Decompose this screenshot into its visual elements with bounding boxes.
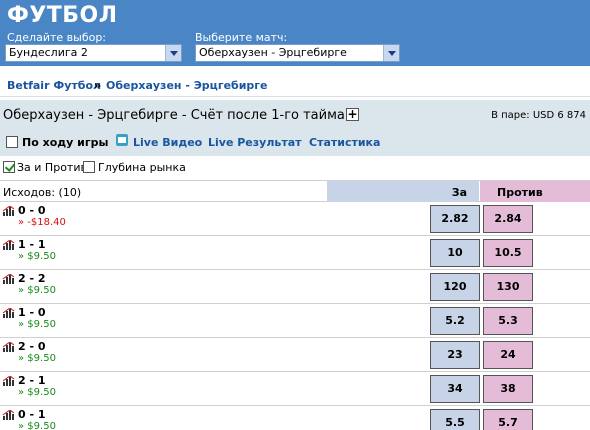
lay-odds-button[interactable]: 10.5 — [483, 239, 533, 267]
back-odds-button[interactable]: 34 — [430, 375, 480, 403]
selection-label: Сделайте выбор: — [7, 31, 107, 44]
runner-name: 2 - 2 — [18, 272, 46, 285]
lay-odds-button[interactable]: 5.3 — [483, 307, 533, 335]
back-odds-button[interactable]: 10 — [430, 239, 480, 267]
runner-name: 1 - 0 — [18, 306, 46, 319]
chevron-down-icon[interactable] — [165, 45, 181, 61]
runner-name: 0 - 1 — [18, 408, 46, 421]
back-lay-label: За и Против — [17, 161, 87, 174]
lay-odds-button[interactable]: 38 — [483, 375, 533, 403]
outcomes-number: (10) — [58, 186, 82, 199]
competition-select-value: Бундеслига 2 — [9, 46, 88, 59]
back-odds-button[interactable]: 23 — [430, 341, 480, 369]
runner-name: 0 - 0 — [18, 204, 46, 217]
grid-header: Исходов: (10) За Против — [0, 180, 590, 202]
breadcrumb: Betfair Футбол » Оберхаузен - Эрцгебирге — [0, 71, 590, 97]
inplay-label: По ходу игры — [22, 136, 109, 149]
chart-icon[interactable] — [2, 409, 15, 423]
back-odds-button[interactable]: 5.2 — [430, 307, 480, 335]
chart-icon[interactable] — [2, 341, 15, 355]
chart-icon[interactable] — [2, 239, 15, 253]
back-odds-button[interactable]: 2.82 — [430, 205, 480, 233]
matched-amount: В паре: USD 6 874 — [491, 110, 586, 121]
market-depth-checkbox[interactable] — [83, 161, 95, 173]
live-results-link[interactable]: Live Результат — [208, 136, 302, 149]
chart-icon[interactable] — [2, 205, 15, 219]
chart-icon[interactable] — [2, 375, 15, 389]
page-title: ФУТБОЛ — [7, 3, 118, 28]
header-bar: ФУТБОЛ Сделайте выбор: Выберите матч: Бу… — [0, 0, 590, 66]
runner-pl: » $9.50 — [18, 251, 56, 262]
runner-pl: » $9.50 — [18, 285, 56, 296]
match-select-value: Оберхаузен - Эрцгебирге — [199, 46, 347, 59]
outcomes-count: Исходов: (10) — [3, 186, 81, 199]
lay-odds-button[interactable]: 2.84 — [483, 205, 533, 233]
competition-select[interactable]: Бундеслига 2 — [5, 44, 182, 62]
back-odds-button[interactable]: 5.5 — [430, 409, 480, 430]
outcomes-label: Исходов: — [3, 186, 56, 199]
runner-row: 1 - 1» $9.50 10 10.5 — [0, 236, 590, 270]
match-select[interactable]: Оберхаузен - Эрцгебирге — [195, 44, 400, 62]
runner-pl: » $9.50 — [18, 319, 56, 330]
runner-pl: » $9.50 — [18, 421, 56, 430]
lay-header-label: Против — [497, 186, 543, 199]
runner-pl: » -$18.40 — [18, 217, 66, 228]
market-title: Оберхаузен - Эрцгебирге - Счёт после 1-г… — [3, 108, 345, 123]
expand-button[interactable]: + — [346, 108, 359, 121]
lay-odds-button[interactable]: 5.7 — [483, 409, 533, 430]
breadcrumb-separator: » — [94, 79, 102, 92]
runner-pl: » $9.50 — [18, 353, 56, 364]
runner-row: 2 - 2» $9.50 120 130 — [0, 270, 590, 304]
match-label: Выберите матч: — [195, 31, 288, 44]
back-header-label: За — [451, 186, 467, 199]
chart-icon[interactable] — [2, 273, 15, 287]
runner-name: 2 - 0 — [18, 340, 46, 353]
lay-odds-button[interactable]: 130 — [483, 273, 533, 301]
runner-row: 0 - 1» $9.50 5.5 5.7 — [0, 406, 590, 430]
lay-odds-button[interactable]: 24 — [483, 341, 533, 369]
breadcrumb-current-link[interactable]: Оберхаузен - Эрцгебирге — [106, 79, 268, 92]
market-depth-label: Глубина рынка — [98, 161, 186, 174]
runner-row: 1 - 0» $9.50 5.2 5.3 — [0, 304, 590, 338]
runner-pl: » $9.50 — [18, 387, 56, 398]
inplay-checkbox[interactable] — [6, 136, 18, 148]
lay-column-header: Против — [480, 181, 590, 202]
back-lay-checkbox[interactable] — [3, 161, 15, 173]
live-video-link[interactable]: Live Видео — [133, 136, 202, 149]
runner-row: 0 - 0» -$18.40 2.82 2.84 — [0, 202, 590, 236]
runner-name: 1 - 1 — [18, 238, 46, 251]
runner-name: 2 - 1 — [18, 374, 46, 387]
back-odds-button[interactable]: 120 — [430, 273, 480, 301]
back-column-header: За — [327, 181, 479, 202]
runner-row: 2 - 0» $9.50 23 24 — [0, 338, 590, 372]
runner-row: 2 - 1» $9.50 34 38 — [0, 372, 590, 406]
statistics-link[interactable]: Статистика — [309, 136, 380, 149]
tv-icon — [116, 134, 128, 146]
chart-icon[interactable] — [2, 307, 15, 321]
chevron-down-icon[interactable] — [383, 45, 399, 61]
breadcrumb-root-link[interactable]: Betfair Футбол — [7, 79, 101, 92]
